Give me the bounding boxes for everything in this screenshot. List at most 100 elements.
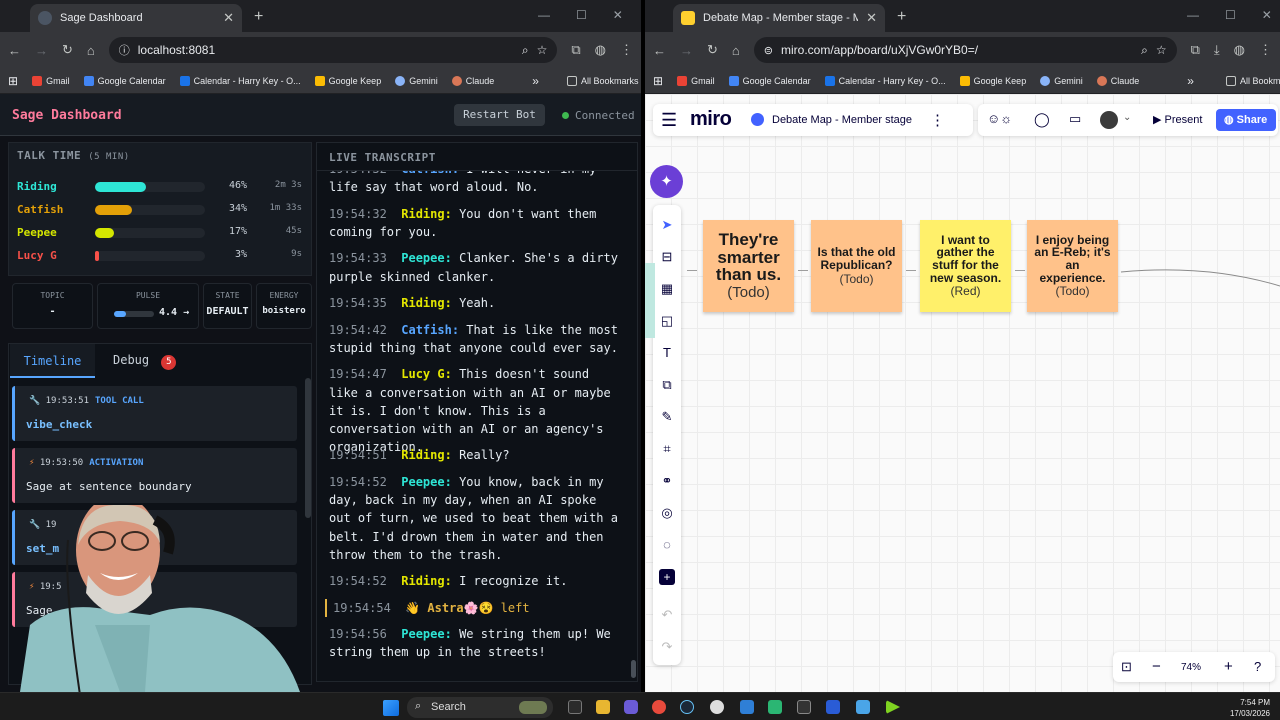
bookmark-gmail[interactable]: Gmail [677, 75, 715, 86]
close-tab-icon[interactable]: ✕ [866, 10, 877, 26]
board-name[interactable]: Debate Map - Member stage [772, 114, 912, 126]
notepad-icon[interactable] [856, 700, 870, 714]
maximize-icon[interactable]: ☐ [1225, 8, 1236, 22]
more-bookmarks-icon[interactable]: » [1187, 74, 1194, 88]
bookmark-star-icon[interactable]: ☆ [537, 43, 548, 57]
reload-icon[interactable]: ↻ [707, 42, 718, 58]
app-icon[interactable] [826, 700, 840, 714]
bookmark-claude[interactable]: Claude [451, 75, 494, 86]
pen-icon[interactable]: ✎ [659, 409, 675, 425]
transcript-scroll[interactable]: 19:54:32 Catfish: I will never in my lif… [316, 171, 638, 681]
sticky-note[interactable]: They're smarter than us. (Todo) [703, 220, 794, 312]
tab-debug[interactable]: Debug 5 [113, 353, 177, 370]
sticky-note[interactable]: I enjoy being an E-Reb; it's an experien… [1027, 220, 1118, 312]
app-icon[interactable] [886, 700, 900, 714]
comment-icon[interactable]: ◌ [659, 537, 675, 553]
hamburger-icon[interactable]: ☰ [661, 110, 677, 131]
undo-icon[interactable]: ↶ [659, 607, 675, 623]
share-button[interactable]: ◍ Share [1216, 109, 1276, 131]
emoji-icon[interactable]: ◎ [659, 505, 675, 521]
fit-icon[interactable]: ⊡ [1121, 659, 1132, 675]
frame-icon[interactable]: ⌗ [659, 441, 675, 457]
all-bookmarks[interactable]: All Bookmarks [1225, 75, 1280, 86]
forward-icon[interactable]: → [680, 43, 693, 58]
vscode-icon[interactable] [740, 700, 754, 714]
chevron-down-icon[interactable]: ⌄ [1123, 112, 1131, 123]
profile-icon[interactable]: ◍ [1234, 42, 1245, 58]
steam-icon[interactable] [680, 700, 694, 714]
forward-icon[interactable]: → [35, 43, 48, 58]
task-view-icon[interactable] [568, 700, 582, 714]
connector-arrow[interactable] [1015, 270, 1025, 271]
taskbar-search[interactable]: ⌕ Search [407, 697, 553, 718]
more-bookmarks-icon[interactable]: » [532, 74, 539, 88]
profile-icon[interactable]: ◍ [595, 42, 606, 58]
site-info-icon[interactable]: ⊜ [764, 44, 773, 57]
download-icon[interactable]: ⤓ [1214, 42, 1220, 58]
new-tab-icon[interactable]: + [897, 8, 906, 26]
sticky-note-icon[interactable]: ◱ [659, 313, 675, 329]
clock[interactable]: 7:54 PM 17/03/2026 [1230, 697, 1270, 719]
bookmark-keep[interactable]: Google Keep [959, 75, 1026, 86]
start-icon[interactable] [383, 700, 399, 716]
browser-tab[interactable]: Sage Dashboard ✕ [30, 4, 242, 32]
bookmark-gmail[interactable]: Gmail [32, 75, 70, 86]
connector-arrow[interactable] [687, 270, 697, 271]
bookmark-calendar[interactable]: Google Calendar [728, 75, 811, 86]
extensions-icon[interactable]: ⧉ [1191, 42, 1200, 58]
zoom-out-icon[interactable]: − [1152, 658, 1161, 675]
select-icon[interactable]: ➤ [659, 217, 675, 233]
present-button[interactable]: ▶ Present [1145, 109, 1211, 131]
video-icon[interactable]: ▭ [1069, 111, 1081, 127]
bookmark-gemini[interactable]: Gemini [1040, 75, 1083, 86]
shapes-icon[interactable]: ⧉ [659, 377, 675, 393]
file-explorer-icon[interactable] [596, 700, 610, 714]
reactions-icon[interactable]: ☺☼ [987, 111, 1012, 126]
back-icon[interactable]: ← [653, 43, 666, 58]
tab-timeline[interactable]: Timeline [10, 344, 95, 378]
browser-tab[interactable]: Debate Map - Member stage - Miro ✕ [673, 4, 885, 32]
miro-canvas[interactable] [645, 94, 1280, 692]
connector-arrow[interactable] [798, 270, 808, 271]
chrome-icon[interactable] [652, 700, 666, 714]
templates-icon[interactable]: ⊟ [659, 249, 675, 265]
zoom-level[interactable]: 74% [1181, 662, 1201, 673]
transcript-scrollbar[interactable] [631, 660, 636, 678]
address-bar[interactable]: ⊜ miro.com/app/board/uXjVGw0rYB0=/ ⌕ ☆ [753, 37, 1177, 63]
sticky-note[interactable]: I want to gather the stuff for the new s… [920, 220, 1011, 312]
all-bookmarks[interactable]: All Bookmarks [566, 75, 638, 86]
zoom-icon[interactable]: ⌕ [522, 43, 529, 58]
site-info-icon[interactable]: ⓘ [119, 42, 130, 58]
offscreen-sticky[interactable] [645, 263, 655, 338]
apps-icon[interactable]: ⊞ [8, 74, 18, 88]
board-menu-icon[interactable]: ⋮ [930, 111, 945, 129]
connector-line[interactable] [1117, 250, 1280, 310]
restart-bot-button[interactable]: Restart Bot [454, 104, 545, 126]
reload-icon[interactable]: ↻ [62, 42, 73, 58]
bookmark-star-icon[interactable]: ☆ [1156, 43, 1167, 57]
help-icon[interactable]: ? [1254, 659, 1261, 674]
timeline-item[interactable]: ⚡ 19:53:50 ACTIVATION Sage at sentence bou… [12, 448, 297, 503]
sticky-note[interactable]: Is that the old Republican? (Todo) [811, 220, 902, 312]
connector-arrow[interactable] [906, 270, 916, 271]
bookmark-calendar-harry[interactable]: Calendar - Harry Key - O... [824, 75, 946, 86]
bookmark-calendar-harry[interactable]: Calendar - Harry Key - O... [179, 75, 301, 86]
terminal-icon[interactable] [797, 700, 811, 714]
zoom-icon[interactable]: ⌕ [1141, 43, 1148, 58]
app-icon[interactable] [768, 700, 782, 714]
bookmark-claude[interactable]: Claude [1096, 75, 1139, 86]
text-icon[interactable]: T [659, 345, 675, 361]
avatar[interactable] [1100, 111, 1118, 129]
menu-icon[interactable]: ⋮ [1259, 42, 1272, 58]
home-icon[interactable]: ⌂ [732, 43, 740, 58]
timeline-item[interactable]: 🔧 19:53:51 TOOL CALL vibe_check [12, 386, 297, 441]
menu-icon[interactable]: ⋮ [620, 42, 633, 58]
bookmark-keep[interactable]: Google Keep [314, 75, 381, 86]
maximize-icon[interactable]: ☐ [576, 8, 587, 22]
ai-sparkle-icon[interactable]: ✦ [650, 165, 683, 198]
comments-icon[interactable]: ◯ [1034, 111, 1050, 128]
zoom-in-icon[interactable]: + [1224, 658, 1233, 675]
extensions-icon[interactable]: ⧉ [571, 42, 580, 58]
app-icon[interactable] [710, 700, 724, 714]
miro-logo[interactable]: miro [690, 108, 732, 131]
